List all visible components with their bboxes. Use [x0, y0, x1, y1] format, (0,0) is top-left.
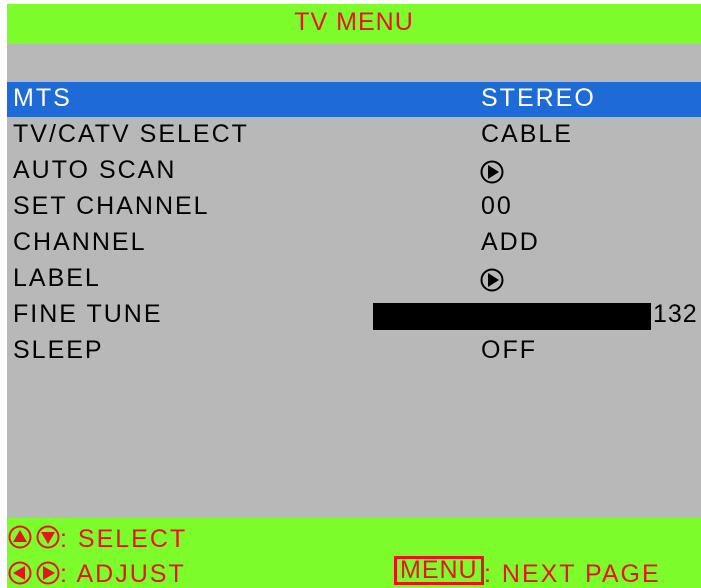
menu-item-value[interactable]: ADD [481, 228, 540, 257]
menu-item-label: AUTO SCAN [13, 156, 177, 184]
menu-item-value[interactable]: OFF [481, 336, 537, 365]
menu-title: TV MENU [294, 8, 414, 36]
play-circle-icon[interactable] [480, 268, 504, 292]
menu-item-value[interactable]: 00 [481, 192, 513, 221]
menu-item-fine-tune[interactable]: FINE TUNE 132 [7, 298, 701, 333]
menu-item-label: TV/CATV SELECT [13, 120, 249, 148]
tv-menu-screen: TV MENU MTS STEREO TV/CATV SELECT CABLE AUTO… [7, 4, 701, 588]
adjust-hint-label: : ADJUST [60, 560, 186, 588]
menu-item-label: MTS [13, 84, 72, 112]
fine-tune-bar-fill [373, 303, 651, 330]
left-arrow-circle-icon [8, 561, 32, 585]
menu-item-tv-catv-select[interactable]: TV/CATV SELECT CABLE [7, 118, 701, 153]
menu-item-label: FINE TUNE [13, 300, 163, 328]
select-hint-label: : SELECT [60, 525, 188, 553]
menu-item-label: CHANNEL [13, 228, 147, 256]
menu-item-value[interactable]: CABLE [481, 120, 573, 149]
menu-item-label: SET CHANNEL [13, 192, 210, 220]
menu-item-set-channel[interactable]: SET CHANNEL 00 [7, 190, 701, 225]
footer-hints: : SELECT : ADJUST MENU : NEXT PAGE [7, 518, 701, 588]
menu-item-sleep[interactable]: SLEEP OFF [7, 334, 701, 369]
menu-item-mts[interactable]: MTS STEREO [7, 82, 701, 117]
next-page-hint-label: : NEXT PAGE [484, 560, 661, 588]
menu-item-auto-scan[interactable]: AUTO SCAN [7, 154, 701, 189]
fine-tune-slider[interactable] [373, 303, 651, 330]
title-bar: TV MENU [7, 4, 701, 44]
menu-item-channel[interactable]: CHANNEL ADD [7, 226, 701, 261]
down-arrow-circle-icon [36, 525, 60, 549]
select-hint-icons [8, 525, 60, 549]
menu-item-label: SLEEP [13, 336, 104, 364]
menu-item-label[interactable]: LABEL [7, 262, 701, 297]
fine-tune-value: 132 [653, 300, 698, 328]
play-circle-icon[interactable] [480, 160, 504, 184]
right-arrow-circle-icon [36, 561, 60, 585]
adjust-hint-icons [8, 561, 60, 585]
up-arrow-circle-icon [8, 525, 32, 549]
menu-item-label: LABEL [13, 264, 101, 292]
menu-key-button[interactable]: MENU [394, 556, 484, 585]
menu-item-value[interactable]: STEREO [481, 84, 596, 113]
